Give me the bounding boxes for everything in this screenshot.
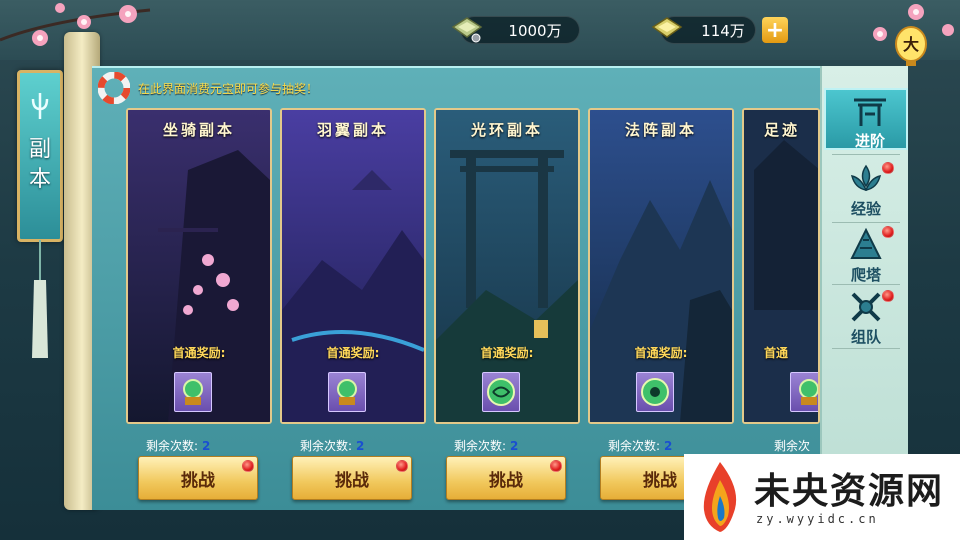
dungeon-card-mount[interactable]: 坐骑副本 首通奖励: (126, 108, 272, 424)
challenge-button[interactable]: 挑战 (138, 456, 258, 500)
tab-divider (832, 222, 900, 223)
notification-dot (550, 460, 562, 472)
dungeon-title: 坐骑副本 (162, 120, 235, 139)
notification-dot (882, 290, 894, 302)
gold-currency: 114万 + (651, 15, 788, 45)
tab-divider (832, 154, 900, 155)
crossed-swords-icon (851, 292, 881, 322)
add-gold-button[interactable]: + (762, 17, 788, 43)
dungeon-title: 羽翼副本 (316, 120, 389, 139)
tab-divider (832, 348, 900, 349)
green-orb-icon[interactable] (482, 372, 520, 412)
gem-chest-icon[interactable] (790, 372, 818, 412)
tab-divider (832, 284, 900, 285)
first-clear-reward-label: 首通奖励: (634, 346, 688, 360)
silver-amount: 1000万 (508, 21, 562, 40)
first-clear-reward-label: 首通奖励: (326, 346, 380, 360)
challenge-button[interactable]: 挑战 (446, 456, 566, 500)
challenge-button[interactable]: 挑战 (292, 456, 412, 500)
remaining-count: 剩余次数: 2 (454, 439, 519, 453)
notification-dot (242, 460, 254, 472)
lottery-notice: 在此界面消费元宝即可参与抽奖！ (98, 72, 318, 104)
banner-label: 副本 (29, 137, 52, 192)
silver-ingot-icon (451, 17, 483, 43)
gate-icon (854, 98, 886, 126)
tassel-decoration (32, 240, 48, 358)
silver-currency: 1000万 (451, 15, 580, 45)
site-watermark: 未央资源网 zy.wyyidc.cn (684, 454, 960, 540)
dungeon-card-formation[interactable]: 法阵副本 首通奖励: (588, 108, 734, 424)
first-clear-reward-label: 首通奖励: (172, 346, 226, 360)
first-clear-reward-label: 首通 (764, 346, 789, 360)
watermark-title: 未央资源网 (754, 470, 945, 512)
tab-experience[interactable]: 经验 (822, 158, 910, 220)
lantern-char: 大 (903, 35, 919, 54)
first-clear-reward-label: 首通奖励: (480, 346, 534, 360)
tab-team[interactable]: 组队 (822, 286, 910, 348)
green-orb-icon[interactable] (636, 372, 674, 412)
dungeon-card-wings[interactable]: 羽翼副本 首通奖励: (280, 108, 426, 424)
lifebuoy-icon (98, 72, 130, 104)
remaining-count: 剩余次数: 2 (608, 439, 673, 453)
notification-dot (396, 460, 408, 472)
tab-advance[interactable]: 进阶 (824, 88, 908, 150)
remaining-count: 剩余次 (774, 439, 811, 453)
notification-dot (882, 162, 894, 174)
right-tab-bar: 进阶 经验 爬塔 组队 (820, 66, 908, 456)
tower-icon (850, 228, 882, 259)
gold-amount: 114万 (701, 21, 745, 40)
lantern-icon[interactable]: 大 (894, 24, 928, 68)
dungeon-card-halo[interactable]: 光环副本 首通奖励: (434, 108, 580, 424)
lotus-icon (850, 164, 882, 191)
tab-tower[interactable]: 爬塔 (822, 224, 910, 286)
dungeon-scroll-banner: 副本 (17, 70, 63, 242)
gold-ingot-icon (651, 17, 683, 38)
trident-emblem-icon (31, 93, 49, 119)
dungeon-card-footprint[interactable]: 足迹 首通 (742, 108, 820, 424)
flame-logo-icon (703, 462, 737, 532)
remaining-count: 剩余次数: 2 (146, 439, 211, 453)
dungeon-title: 光环副本 (470, 120, 543, 139)
watermark-url: zy.wyyidc.cn (756, 512, 879, 526)
gem-chest-icon[interactable] (328, 372, 366, 412)
gem-chest-icon[interactable] (174, 372, 212, 412)
dungeon-title: 足迹 (764, 120, 801, 139)
remaining-count: 剩余次数: 2 (300, 439, 365, 453)
notification-dot (882, 226, 894, 238)
notice-text: 在此界面消费元宝即可参与抽奖！ (138, 81, 319, 96)
dungeon-title: 法阵副本 (624, 120, 697, 139)
